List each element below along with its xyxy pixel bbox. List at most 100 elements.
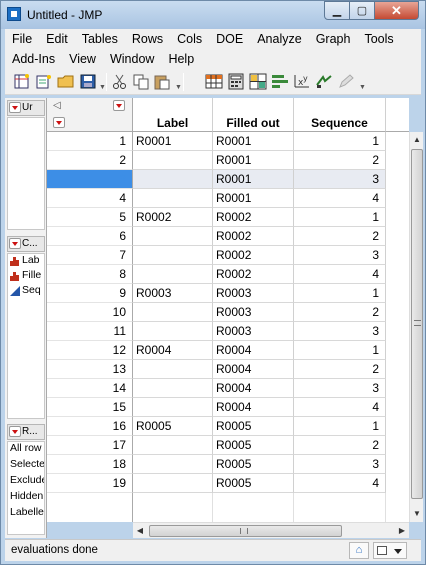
table-cell-sequence[interactable]: 2 <box>294 303 386 322</box>
table-cell-sequence[interactable]: 4 <box>294 265 386 284</box>
columns-panel-header[interactable]: C... <box>7 236 45 252</box>
row-number[interactable]: 13 <box>47 360 133 379</box>
open-folder-icon[interactable] <box>57 73 75 90</box>
table-cell-filled-out[interactable]: R0001 <box>213 151 294 170</box>
row-number[interactable]: 14 <box>47 379 133 398</box>
red-triangle-menu-icon[interactable] <box>9 102 21 113</box>
menu-window[interactable]: Window <box>103 49 161 69</box>
red-triangle-menu-icon[interactable] <box>113 100 125 111</box>
table-cell-sequence[interactable]: 3 <box>294 455 386 474</box>
vertical-scroll-thumb[interactable] <box>411 149 423 499</box>
table-cell-sequence[interactable]: 1 <box>294 341 386 360</box>
row-number[interactable]: 16 <box>47 417 133 436</box>
table-cell-label[interactable] <box>133 360 213 379</box>
red-triangle-menu-icon[interactable] <box>9 238 21 249</box>
table-cell-sequence[interactable]: 2 <box>294 151 386 170</box>
row-number[interactable]: 15 <box>47 398 133 417</box>
column-header-label[interactable]: Label <box>133 98 213 132</box>
menu-help[interactable]: Help <box>161 49 201 69</box>
table-cell-filled-out[interactable]: R0003 <box>213 322 294 341</box>
vertical-scrollbar[interactable]: ▲ ▼ <box>409 132 423 522</box>
toolbar-grip[interactable]: ▼ <box>175 84 182 92</box>
window-view-button[interactable] <box>373 542 407 559</box>
table-cell-filled-out[interactable]: R0001 <box>213 189 294 208</box>
scroll-left-arrow[interactable]: ◀ <box>133 523 147 539</box>
table-cell-label[interactable]: R0001 <box>133 132 213 151</box>
row-number[interactable]: 12 <box>47 341 133 360</box>
table-cell-label[interactable] <box>133 189 213 208</box>
table-cell-filled-out[interactable]: R0005 <box>213 455 294 474</box>
table-cell-filled-out[interactable]: R0003 <box>213 303 294 322</box>
scroll-right-arrow[interactable]: ▶ <box>395 523 409 539</box>
paste-icon[interactable] <box>153 73 171 90</box>
table-cell-filled-out[interactable]: R0002 <box>213 265 294 284</box>
table-cell-label[interactable]: R0002 <box>133 208 213 227</box>
table-cell-filled-out[interactable]: R0005 <box>213 417 294 436</box>
table-cell-filled-out[interactable]: R0001 <box>213 170 294 189</box>
row-number[interactable]: 7 <box>47 246 133 265</box>
row-number[interactable]: 6 <box>47 227 133 246</box>
rows-panel-header[interactable]: R... <box>7 424 45 440</box>
calculator-icon[interactable] <box>227 73 245 90</box>
table-cell-filled-out[interactable]: R0005 <box>213 474 294 493</box>
menu-add-ins[interactable]: Add-Ins <box>5 49 62 69</box>
column-header-filled-out[interactable]: Filled out <box>213 98 294 132</box>
table-cell-label[interactable] <box>133 436 213 455</box>
table-cell-label[interactable] <box>133 398 213 417</box>
table-cell-sequence[interactable]: 1 <box>294 417 386 436</box>
title-bar[interactable]: Untitled - JMP ▁ ▢ ✕ <box>1 1 425 29</box>
menu-doe[interactable]: DOE <box>209 29 250 49</box>
row-number[interactable]: 8 <box>47 265 133 284</box>
table-cell-label[interactable] <box>133 322 213 341</box>
table-cell-label[interactable]: R0004 <box>133 341 213 360</box>
row-number[interactable]: 18 <box>47 455 133 474</box>
table-cell-sequence[interactable]: 2 <box>294 436 386 455</box>
table-cell-label[interactable] <box>133 227 213 246</box>
menu-file[interactable]: File <box>5 29 39 49</box>
table-cell-sequence[interactable]: 1 <box>294 132 386 151</box>
table-cell-label[interactable] <box>133 474 213 493</box>
open-file-icon[interactable] <box>35 73 53 90</box>
table-cell-label[interactable] <box>133 170 213 189</box>
table-cell-label[interactable] <box>133 303 213 322</box>
scroll-up-arrow[interactable]: ▲ <box>410 132 424 148</box>
row-number[interactable]: 11 <box>47 322 133 341</box>
table-cell-sequence[interactable]: 3 <box>294 246 386 265</box>
maximize-button[interactable]: ▢ <box>350 1 375 20</box>
table-cell-label[interactable] <box>133 265 213 284</box>
row-number[interactable]: 4 <box>47 189 133 208</box>
column-entry-sequence[interactable]: Seq <box>8 284 44 299</box>
table-cell-sequence[interactable]: 3 <box>294 379 386 398</box>
table-cell-sequence[interactable]: 2 <box>294 360 386 379</box>
grid-corner[interactable]: ◁ <box>47 98 133 132</box>
row-number[interactable]: 19 <box>47 474 133 493</box>
distribution-icon[interactable] <box>271 73 289 90</box>
menu-graph[interactable]: Graph <box>309 29 358 49</box>
close-button[interactable]: ✕ <box>375 1 419 20</box>
table-cell-sequence[interactable]: 4 <box>294 398 386 417</box>
table-cell-filled-out[interactable]: R0004 <box>213 379 294 398</box>
fit-y-by-x-icon[interactable]: xy <box>293 73 311 90</box>
table-cell-sequence[interactable]: 4 <box>294 474 386 493</box>
menu-cols[interactable]: Cols <box>170 29 209 49</box>
row-number[interactable]: 9 <box>47 284 133 303</box>
tables-icon[interactable] <box>249 73 267 90</box>
row-number[interactable]: 17 <box>47 436 133 455</box>
table-cell-filled-out[interactable]: R0004 <box>213 341 294 360</box>
table-cell-filled-out[interactable]: R0002 <box>213 208 294 227</box>
table-cell-filled-out[interactable]: R0005 <box>213 436 294 455</box>
red-triangle-menu-icon[interactable] <box>9 426 21 437</box>
table-cell-label[interactable] <box>133 379 213 398</box>
menu-tools[interactable]: Tools <box>357 29 400 49</box>
home-icon[interactable]: ⌂ <box>349 542 369 559</box>
table-cell-label[interactable] <box>133 455 213 474</box>
row-number[interactable]: 2 <box>47 151 133 170</box>
table-cell-label[interactable]: R0005 <box>133 417 213 436</box>
toolbar-grip[interactable]: ▼ <box>359 84 366 92</box>
row-number[interactable]: 5 <box>47 208 133 227</box>
cut-icon[interactable] <box>111 73 129 90</box>
red-triangle-menu-icon[interactable] <box>53 117 65 128</box>
table-cell-sequence[interactable]: 4 <box>294 189 386 208</box>
select-all-icon[interactable]: ◁ <box>53 100 61 111</box>
menu-tables[interactable]: Tables <box>75 29 125 49</box>
